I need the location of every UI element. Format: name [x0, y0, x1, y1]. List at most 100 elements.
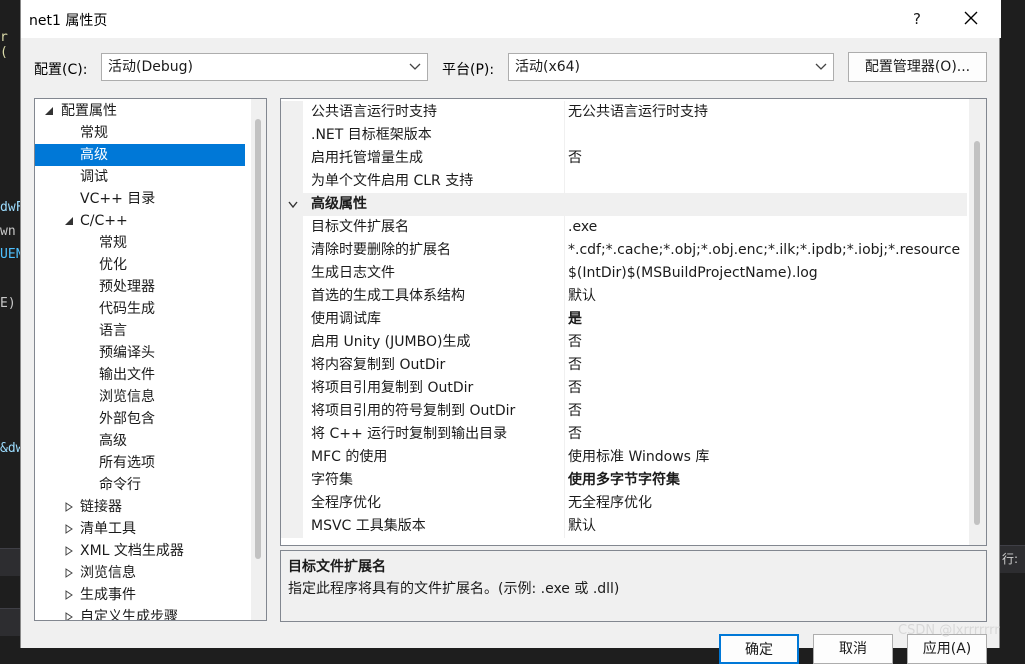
property-value[interactable]: 使用多字节字符集: [568, 469, 968, 492]
property-category[interactable]: 高级属性: [281, 193, 967, 216]
property-row[interactable]: 字符集 使用多字节字符集: [281, 469, 967, 492]
expanded-triangle-icon[interactable]: [64, 216, 74, 226]
property-row[interactable]: 目标文件扩展名 .exe: [281, 216, 967, 239]
tree-item-label: 调试: [80, 169, 108, 185]
grid-scrollbar[interactable]: [969, 99, 986, 545]
property-value[interactable]: 否: [568, 354, 968, 377]
tree-item[interactable]: 预处理器: [35, 276, 245, 298]
tree-item[interactable]: 常规: [35, 122, 245, 144]
collapsed-triangle-icon[interactable]: [64, 524, 74, 534]
collapsed-triangle-icon[interactable]: [64, 568, 74, 578]
property-value[interactable]: 否: [568, 331, 968, 354]
tree-item[interactable]: 自定义生成步骤: [35, 606, 245, 621]
tree-item[interactable]: 浏览信息: [35, 386, 245, 408]
property-value[interactable]: $(IntDir)$(MSBuildProjectName).log: [568, 262, 968, 285]
property-row[interactable]: .NET 目标框架版本: [281, 124, 967, 147]
column-divider: [564, 170, 565, 193]
property-value[interactable]: 默认: [568, 515, 968, 538]
configuration-manager-button[interactable]: 配置管理器(O)...: [848, 52, 987, 82]
tree-item-label: 语言: [99, 323, 127, 339]
property-value[interactable]: 否: [568, 147, 968, 170]
collapsed-triangle-icon[interactable]: [64, 590, 74, 600]
tree-item[interactable]: VC++ 目录: [35, 188, 245, 210]
tree-item[interactable]: 语言: [35, 320, 245, 342]
tree-item[interactable]: 常规: [35, 232, 245, 254]
collapsed-triangle-icon[interactable]: [64, 502, 74, 512]
code-fragment: E): [0, 296, 16, 311]
property-tree[interactable]: 配置属性 常规 高级 调试 VC++ 目录 C/C++ 常规 优化 预处理器 代码生成 语言 预编译头…: [34, 98, 267, 621]
property-row[interactable]: 将项目引用复制到 OutDir 否: [281, 377, 967, 400]
property-value[interactable]: 否: [568, 400, 968, 423]
cancel-button[interactable]: 取消: [813, 634, 893, 664]
tree-item[interactable]: C/C++: [35, 210, 245, 232]
property-row[interactable]: 全程序优化 无全程序优化: [281, 492, 967, 515]
tree-item[interactable]: XML 文档生成器: [35, 540, 245, 562]
chevron-down-icon[interactable]: [288, 201, 298, 209]
property-value[interactable]: 默认: [568, 285, 968, 308]
property-row[interactable]: 清除时要删除的扩展名 *.cdf;*.cache;*.obj;*.obj.enc;…: [281, 239, 967, 262]
property-row[interactable]: 启用托管增量生成 否: [281, 147, 967, 170]
property-row[interactable]: 启用 Unity (JUMBO)生成 否: [281, 331, 967, 354]
property-row[interactable]: 将 C++ 运行时复制到输出目录 否: [281, 423, 967, 446]
ide-background-right: 行:: [1000, 0, 1025, 648]
property-row[interactable]: 首选的生成工具体系结构 默认: [281, 285, 967, 308]
property-row[interactable]: MFC 的使用 使用标准 Windows 库: [281, 446, 967, 469]
tree-item[interactable]: 调试: [35, 166, 245, 188]
tree-item[interactable]: 高级: [35, 430, 245, 452]
property-value[interactable]: 否: [568, 377, 968, 400]
collapsed-triangle-icon[interactable]: [64, 546, 74, 556]
tree-item[interactable]: 清单工具: [35, 518, 245, 540]
tree-item[interactable]: 配置属性: [35, 100, 245, 122]
config-select-value: 活动(Debug): [108, 59, 193, 75]
property-row[interactable]: 将内容复制到 OutDir 否: [281, 354, 967, 377]
ok-button[interactable]: 确定: [719, 634, 799, 664]
platform-select[interactable]: 活动(x64): [508, 53, 834, 81]
property-row[interactable]: 公共语言运行时支持 无公共语言运行时支持: [281, 101, 967, 124]
collapsed-triangle-icon[interactable]: [64, 612, 74, 621]
property-value[interactable]: .exe: [568, 216, 968, 239]
apply-button[interactable]: 应用(A): [907, 634, 987, 664]
config-select[interactable]: 活动(Debug): [101, 53, 428, 81]
property-row[interactable]: 将项目引用的符号复制到 OutDir 否: [281, 400, 967, 423]
tree-item[interactable]: 外部包含: [35, 408, 245, 430]
grid-scrollbar-thumb[interactable]: [974, 141, 980, 525]
property-row[interactable]: 使用调试库 是: [281, 308, 967, 331]
code-fragment: wn: [0, 224, 16, 239]
expanded-triangle-icon[interactable]: [44, 106, 54, 116]
tree-item[interactable]: 命令行: [35, 474, 245, 496]
tree-item[interactable]: 链接器: [35, 496, 245, 518]
close-button[interactable]: [957, 4, 985, 32]
code-fragment: &dw: [0, 441, 24, 456]
tree-item[interactable]: 高级: [35, 144, 245, 166]
property-name: 将项目引用复制到 OutDir: [311, 380, 474, 396]
property-value[interactable]: *.cdf;*.cache;*.obj;*.obj.enc;*.ilk;*.ip…: [568, 239, 968, 262]
property-row[interactable]: 为单个文件启用 CLR 支持: [281, 170, 967, 193]
help-button[interactable]: ?: [905, 6, 929, 32]
property-row[interactable]: 生成日志文件 $(IntDir)$(MSBuildProjectName).log: [281, 262, 967, 285]
property-value[interactable]: 是: [568, 308, 968, 331]
tree-item[interactable]: 输出文件: [35, 364, 245, 386]
row-gutter: [281, 354, 303, 377]
tree-item[interactable]: 代码生成: [35, 298, 245, 320]
property-value[interactable]: 无全程序优化: [568, 492, 968, 515]
tree-scrollbar[interactable]: [251, 99, 266, 620]
property-value[interactable]: 否: [568, 423, 968, 446]
tree-item[interactable]: 预编译头: [35, 342, 245, 364]
column-divider: [564, 331, 565, 354]
column-divider: [564, 377, 565, 400]
tree-item[interactable]: 生成事件: [35, 584, 245, 606]
tree-item[interactable]: 优化: [35, 254, 245, 276]
property-value[interactable]: 使用标准 Windows 库: [568, 446, 968, 469]
column-divider: [564, 101, 565, 124]
property-grid[interactable]: 公共语言运行时支持 无公共语言运行时支持 .NET 目标框架版本 启用托管增量生成否为…: [280, 98, 987, 546]
description-text: 指定此程序将具有的文件扩展名。(示例: .exe 或 .dll): [288, 581, 620, 597]
property-value[interactable]: 无公共语言运行时支持: [568, 101, 968, 124]
tree-item[interactable]: 浏览信息: [35, 562, 245, 584]
tree-item-label: 优化: [99, 257, 127, 273]
column-divider: [564, 492, 565, 515]
column-divider: [564, 446, 565, 469]
property-name: 使用调试库: [311, 311, 381, 327]
tree-item[interactable]: 所有选项: [35, 452, 245, 474]
tree-scrollbar-thumb[interactable]: [255, 119, 261, 559]
property-row[interactable]: MSVC 工具集版本 默认: [281, 515, 967, 538]
